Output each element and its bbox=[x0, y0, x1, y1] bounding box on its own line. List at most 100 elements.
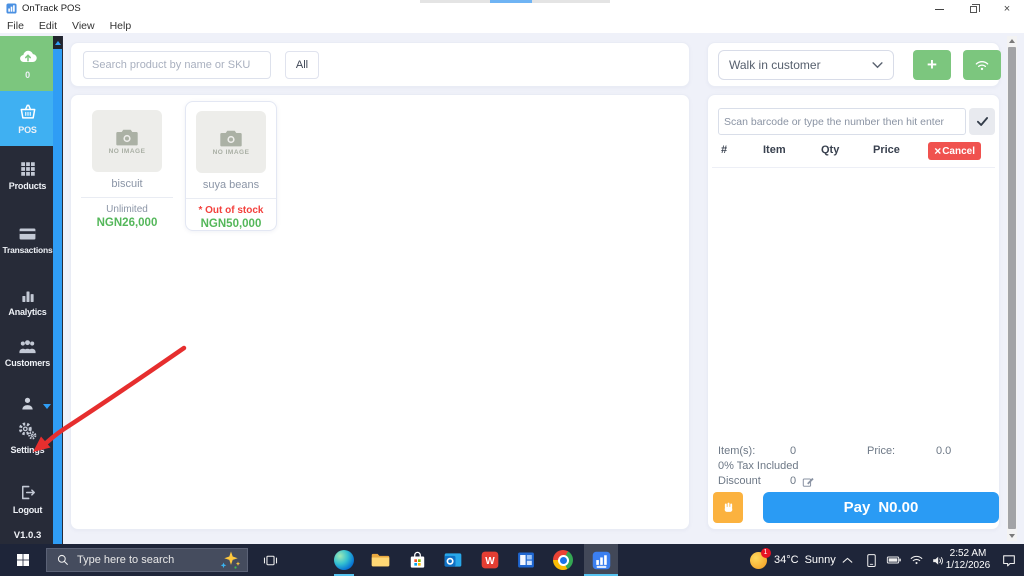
sidebar-item-settings[interactable]: Settings bbox=[0, 421, 55, 455]
sidebar-item-label: POS bbox=[18, 125, 37, 135]
sidebar-item-analytics[interactable]: Analytics bbox=[0, 288, 55, 317]
taskbar-app-wps-office[interactable]: W bbox=[472, 544, 508, 576]
blue-window-app-icon bbox=[518, 552, 534, 568]
logout-icon bbox=[21, 485, 35, 500]
task-view-icon bbox=[263, 555, 277, 565]
weather-tray-button[interactable]: 1 bbox=[746, 544, 771, 576]
product-availability: Unlimited bbox=[106, 204, 148, 215]
sidebar-item-customers[interactable]: Customers bbox=[0, 338, 55, 368]
microsoft-store-icon bbox=[410, 551, 424, 568]
sidebar: 0 POS Products Transactions Analytics Cu… bbox=[0, 36, 63, 544]
notification-badge: 1 bbox=[760, 547, 771, 558]
start-button[interactable] bbox=[0, 544, 46, 576]
taskbar-app-file-explorer[interactable] bbox=[362, 544, 398, 576]
sidebar-item-pos[interactable]: POS bbox=[0, 91, 55, 146]
file-explorer-icon bbox=[371, 553, 389, 567]
no-image-placeholder: NO IMAGE bbox=[196, 111, 266, 173]
column-number: # bbox=[721, 144, 728, 156]
sidebar-item-label: Products bbox=[8, 181, 47, 191]
menu-file[interactable]: File bbox=[7, 20, 24, 32]
taskbar-app-copilot[interactable] bbox=[290, 544, 326, 576]
tray-show-hidden-icons-button[interactable] bbox=[836, 544, 858, 576]
bar-chart-icon bbox=[21, 291, 34, 302]
minimize-button[interactable] bbox=[922, 0, 956, 18]
taskbar-app-chrome[interactable] bbox=[545, 544, 581, 576]
taskbar-app-outlook[interactable] bbox=[435, 544, 471, 576]
product-name: suya beans bbox=[202, 179, 260, 191]
horizontal-scrollbar[interactable] bbox=[420, 0, 610, 3]
cancel-order-button[interactable]: × Cancel bbox=[928, 142, 981, 160]
sidebar-item-label: Settings bbox=[10, 445, 45, 455]
weather-text[interactable]: 34°C Sunny bbox=[774, 544, 836, 576]
chevron-up-icon bbox=[842, 557, 852, 563]
grid-icon bbox=[20, 162, 35, 176]
tray-phone-button[interactable] bbox=[860, 544, 882, 576]
barcode-input[interactable] bbox=[718, 108, 966, 135]
product-card-biscuit[interactable]: NO IMAGE biscuit Unlimited NGN26,000 bbox=[81, 101, 173, 231]
edit-discount-icon[interactable] bbox=[802, 476, 814, 488]
scroll-up-button[interactable] bbox=[1007, 36, 1017, 46]
product-price: NGN26,000 bbox=[96, 217, 158, 229]
task-view-button[interactable] bbox=[254, 544, 286, 576]
sidebar-item-upload[interactable]: 0 bbox=[0, 36, 55, 91]
taskbar-app-blue-window[interactable] bbox=[508, 544, 544, 576]
add-customer-button[interactable]: + bbox=[913, 50, 951, 80]
people-icon bbox=[19, 340, 36, 354]
horizontal-scrollbar-thumb[interactable] bbox=[490, 0, 532, 3]
menu-view[interactable]: View bbox=[72, 20, 95, 32]
taskbar-app-ontrack-pos[interactable] bbox=[584, 544, 618, 576]
user-icon bbox=[22, 397, 33, 410]
restore-icon bbox=[969, 3, 980, 13]
hold-order-button[interactable] bbox=[713, 492, 743, 523]
taskbar-search-box[interactable] bbox=[46, 548, 248, 572]
wifi-icon bbox=[975, 60, 989, 71]
close-button[interactable]: × bbox=[990, 0, 1024, 18]
copilot-icon bbox=[298, 550, 318, 570]
sidebar-scrollbar[interactable] bbox=[53, 36, 62, 544]
app-version: V1.0.3 bbox=[13, 530, 42, 541]
chevron-down-icon[interactable] bbox=[43, 404, 51, 409]
sidebar-item-transactions[interactable]: Transactions bbox=[0, 226, 55, 255]
confirm-barcode-button[interactable] bbox=[969, 108, 995, 135]
filter-all-button[interactable]: All bbox=[285, 51, 319, 79]
pay-button[interactable]: Pay N0.00 bbox=[763, 492, 999, 523]
restore-button[interactable] bbox=[956, 0, 990, 18]
taskbar-app-edge[interactable] bbox=[326, 544, 362, 576]
sidebar-item-label: Analytics bbox=[8, 307, 47, 317]
divider bbox=[186, 198, 276, 199]
taskbar-app-store[interactable] bbox=[399, 544, 435, 576]
tray-battery-button[interactable] bbox=[882, 544, 906, 576]
sidebar-item-products[interactable]: Products bbox=[0, 160, 55, 191]
price-label: Price: bbox=[867, 445, 896, 457]
taskbar-search-input[interactable] bbox=[77, 554, 207, 566]
wifi-sync-button[interactable] bbox=[963, 50, 1001, 80]
tray-network-button[interactable] bbox=[904, 544, 928, 576]
items-label: Item(s): bbox=[718, 445, 756, 457]
product-search-input[interactable] bbox=[83, 51, 271, 79]
no-image-label: NO IMAGE bbox=[108, 147, 146, 155]
phone-icon bbox=[866, 553, 876, 567]
menu-edit[interactable]: Edit bbox=[39, 20, 57, 32]
divider bbox=[712, 167, 995, 168]
column-qty: Qty bbox=[821, 144, 840, 156]
taskbar: W 1 34°C Sunny bbox=[0, 544, 1024, 576]
sidebar-item-label: Transactions bbox=[2, 245, 53, 255]
main-scrollbar[interactable] bbox=[1007, 36, 1017, 541]
weather-condition: Sunny bbox=[804, 554, 836, 566]
battery-icon bbox=[886, 556, 901, 564]
sidebar-scroll-up-button[interactable] bbox=[53, 36, 62, 49]
hand-icon bbox=[724, 502, 732, 512]
main-scrollbar-thumb[interactable] bbox=[1008, 47, 1016, 529]
menu-help[interactable]: Help bbox=[110, 20, 132, 32]
scroll-down-button[interactable] bbox=[1007, 531, 1017, 541]
no-image-label: NO IMAGE bbox=[212, 148, 250, 156]
customer-select[interactable]: Walk in customer bbox=[718, 50, 894, 80]
camera-icon bbox=[116, 129, 138, 145]
action-center-button[interactable] bbox=[996, 544, 1022, 576]
taskbar-clock[interactable]: 2:52 AM 1/12/2026 bbox=[942, 544, 994, 576]
product-card-suya-beans[interactable]: NO IMAGE suya beans * Out of stock NGN50… bbox=[185, 101, 277, 231]
chrome-icon bbox=[553, 550, 573, 570]
wps-office-icon: W bbox=[481, 551, 499, 569]
product-name: biscuit bbox=[111, 178, 143, 190]
sidebar-item-logout[interactable]: Logout bbox=[0, 483, 55, 515]
